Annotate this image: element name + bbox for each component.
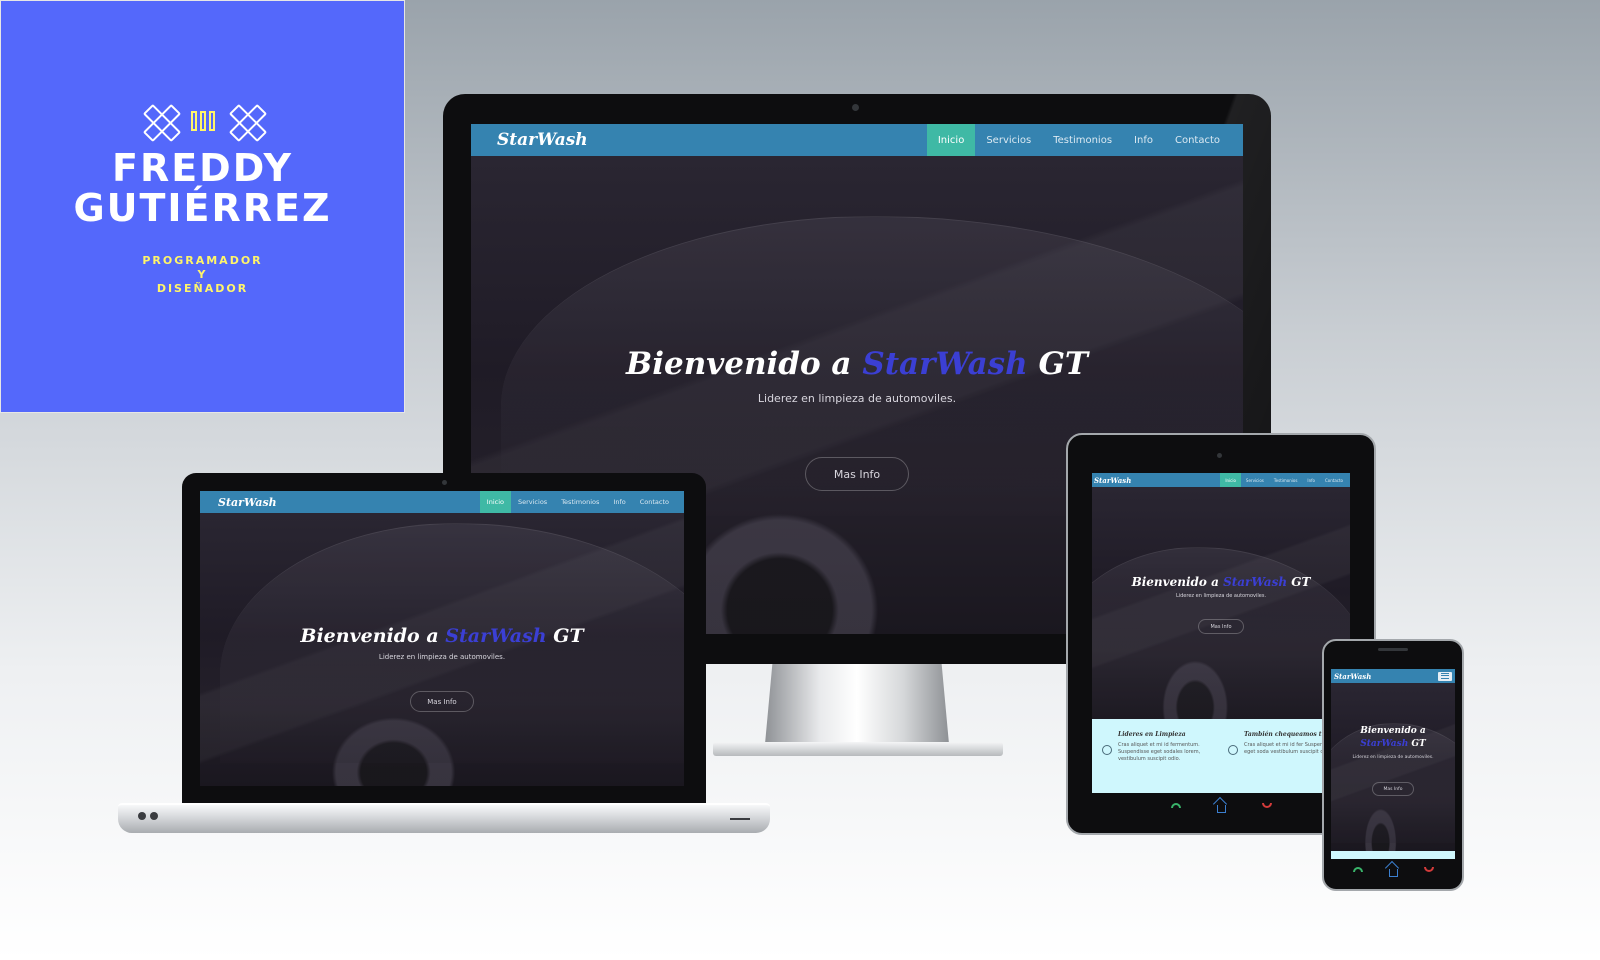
mas-info-button[interactable]: Mas Info xyxy=(410,691,474,712)
hero-content: Bienvenido a StarWash GT Liderez en limp… xyxy=(200,625,684,712)
hero-tagline: Liderez en limpieza de automoviles. xyxy=(378,653,506,661)
nav-info[interactable]: Info xyxy=(1302,473,1320,487)
camera-icon xyxy=(852,104,859,111)
monitor-stand-neck xyxy=(765,664,949,744)
laptop-slot xyxy=(730,818,750,820)
headline-prefix: Bienvenido a xyxy=(300,625,439,647)
headline-suffix: GT xyxy=(1411,739,1426,749)
home-icon[interactable] xyxy=(1216,805,1226,813)
nav-info[interactable]: Info xyxy=(1123,124,1164,156)
laptop-screen: StarWash Inicio Servicios Testimonios In… xyxy=(200,491,684,786)
nav-testimonios[interactable]: Testimonios xyxy=(1042,124,1123,156)
phone-screen: StarWash Bienvenido a StarWash GT Lidere… xyxy=(1331,669,1455,859)
headline-accent: StarWash xyxy=(1223,575,1288,589)
website-preview: StarWash Bienvenido a StarWash GT Lidere… xyxy=(1331,669,1455,859)
site-logo[interactable]: StarWash xyxy=(1331,669,1371,683)
nav-contacto[interactable]: Contacto xyxy=(1164,124,1231,156)
hero-content: Bienvenido a StarWash GT Liderez en limp… xyxy=(1092,575,1350,634)
headline-prefix: Bienvenido a xyxy=(1360,726,1426,736)
site-nav: StarWash Inicio Servicios Testimonios In… xyxy=(200,491,684,513)
tablet-screen: StarWash Inicio Servicios Testimonios In… xyxy=(1092,473,1350,793)
feature-item: Lideres en Limpieza Cras aliquet et mi i… xyxy=(1102,731,1214,793)
site-nav: StarWash Inicio Servicios Testimonios In… xyxy=(471,124,1243,156)
cross-icon xyxy=(231,106,261,136)
features-strip xyxy=(1331,851,1455,859)
brand-name-line2: GUTIÉRREZ xyxy=(73,185,332,230)
brand-role: PROGRAMADOR Y DISEÑADOR xyxy=(142,254,262,296)
hero-headline: Bienvenido a StarWash GT xyxy=(1331,725,1455,751)
speaker-icon xyxy=(1378,648,1408,651)
nav-testimonios[interactable]: Testimonios xyxy=(554,491,606,513)
hero-tagline: Liderez en limpieza de automoviles. xyxy=(1175,593,1267,599)
cross-icon xyxy=(145,106,175,136)
car-image xyxy=(1092,547,1350,727)
end-call-icon[interactable] xyxy=(1261,803,1272,808)
hamburger-icon[interactable] xyxy=(1438,671,1452,681)
mas-info-button[interactable]: Mas Info xyxy=(1372,782,1414,796)
site-menu: Inicio Servicios Testimonios Info Contac… xyxy=(926,124,1243,156)
hero-tagline: Liderez en limpieza de automoviles. xyxy=(1352,755,1434,760)
site-logo[interactable]: StarWash xyxy=(1092,473,1131,487)
camera-icon xyxy=(1217,453,1222,458)
site-logo[interactable]: StarWash xyxy=(471,124,588,156)
headline-prefix: Bienvenido a xyxy=(626,346,852,382)
brand-card: FREDDY GUTIÉRREZ PROGRAMADOR Y DISEÑADOR xyxy=(0,0,405,413)
brand-role-line2: Y xyxy=(197,267,208,281)
end-call-icon[interactable] xyxy=(1423,867,1434,872)
brand-icons xyxy=(145,106,261,136)
camera-icon xyxy=(442,480,447,485)
site-menu: Inicio Servicios Testimonios Info Contac… xyxy=(479,491,684,513)
headline-prefix: Bienvenido a xyxy=(1131,575,1219,589)
nav-info[interactable]: Info xyxy=(606,491,632,513)
headline-accent: StarWash xyxy=(1360,739,1409,749)
feature-text: Cras aliquet et mi id fermentum. Suspend… xyxy=(1118,742,1201,762)
hero-content: Bienvenido a StarWash GT Liderez en limp… xyxy=(1331,725,1455,796)
hero-headline: Bienvenido a StarWash GT xyxy=(300,625,583,647)
nav-servicios[interactable]: Servicios xyxy=(511,491,554,513)
hero-headline: Bienvenido a StarWash GT xyxy=(1132,575,1311,589)
phone: StarWash Bienvenido a StarWash GT Lidere… xyxy=(1322,639,1464,891)
brand-role-line1: PROGRAMADOR xyxy=(142,253,263,267)
nav-inicio[interactable]: Inicio xyxy=(1220,473,1241,487)
lightbulb-icon xyxy=(1102,745,1112,755)
site-nav: StarWash xyxy=(1331,669,1455,683)
nav-testimonios[interactable]: Testimonios xyxy=(1269,473,1303,487)
eye-icon xyxy=(1228,745,1238,755)
feature-title: Lideres en Limpieza xyxy=(1118,731,1186,738)
site-nav: StarWash Inicio Servicios Testimonios In… xyxy=(1092,473,1350,487)
nav-inicio[interactable]: Inicio xyxy=(479,491,511,513)
headline-accent: StarWash xyxy=(862,346,1028,382)
laptop-deck xyxy=(118,803,770,833)
brand-role-line3: DISEÑADOR xyxy=(156,281,249,295)
mas-info-button[interactable]: Mas Info xyxy=(1198,619,1244,634)
brand-name-line1: FREDDY xyxy=(111,145,293,190)
site-logo[interactable]: StarWash xyxy=(200,491,277,513)
nav-servicios[interactable]: Servicios xyxy=(1241,473,1269,487)
laptop-indicator-lights xyxy=(138,812,158,820)
hero-tagline: Liderez en limpieza de automoviles. xyxy=(757,392,957,405)
phone-hardware-buttons xyxy=(1322,867,1464,877)
nav-contacto[interactable]: Contacto xyxy=(633,491,676,513)
features-strip: Lideres en Limpieza Cras aliquet et mi i… xyxy=(1092,719,1350,793)
site-menu: Inicio Servicios Testimonios Info Contac… xyxy=(1220,473,1350,487)
headline-accent: StarWash xyxy=(445,625,547,647)
headline-suffix: GT xyxy=(553,625,584,647)
mas-info-button[interactable]: Mas Info xyxy=(805,457,909,491)
home-icon[interactable] xyxy=(1388,869,1398,877)
call-icon[interactable] xyxy=(1170,803,1181,808)
website-preview: StarWash Inicio Servicios Testimonios In… xyxy=(200,491,684,786)
nav-servicios[interactable]: Servicios xyxy=(975,124,1042,156)
bars-icon xyxy=(190,110,215,131)
hero-headline: Bienvenido a StarWash GT xyxy=(626,346,1088,382)
laptop: StarWash Inicio Servicios Testimonios In… xyxy=(118,473,770,833)
website-preview: StarWash Inicio Servicios Testimonios In… xyxy=(1092,473,1350,793)
brand-name: FREDDY GUTIÉRREZ xyxy=(73,148,331,228)
call-icon[interactable] xyxy=(1352,867,1363,872)
headline-suffix: GT xyxy=(1291,575,1311,589)
headline-suffix: GT xyxy=(1038,346,1088,382)
nav-inicio[interactable]: Inicio xyxy=(926,124,976,156)
nav-contacto[interactable]: Contacto xyxy=(1320,473,1348,487)
